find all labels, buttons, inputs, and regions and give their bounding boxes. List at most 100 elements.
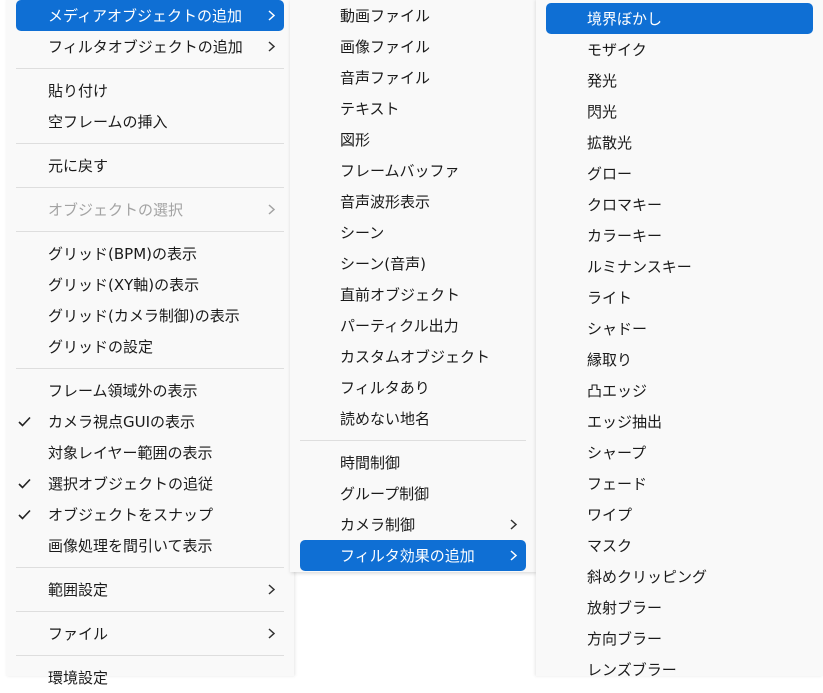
menu-item-label: 空フレームの挿入 xyxy=(48,113,168,131)
menu-item-label: 方向ブラー xyxy=(587,630,663,648)
menu-item-item-14[interactable]: シャープ xyxy=(546,437,813,468)
menu-item-item-9[interactable]: 直前オブジェクト xyxy=(300,279,526,310)
menu-item-item-7[interactable]: シーン xyxy=(300,217,526,248)
menu-item-item-16[interactable]: グループ制御 xyxy=(300,478,526,509)
menu-item-label: 放射ブラー xyxy=(587,599,663,617)
menu-item-item-18[interactable]: 選択オブジェクトの追従 xyxy=(16,468,284,499)
menu-item-item-21[interactable]: レンズブラー xyxy=(546,654,813,685)
menu-item-item-13[interactable]: エッジ抽出 xyxy=(546,406,813,437)
menu-item-item-4[interactable]: 拡散光 xyxy=(546,127,813,158)
menu-item-item-16[interactable]: ワイプ xyxy=(546,499,813,530)
menu-item-label: 音声波形表示 xyxy=(340,193,431,211)
menu-item-label: パーティクル出力 xyxy=(340,317,459,335)
menu-item-label: フェード xyxy=(587,475,648,493)
menu-separator xyxy=(16,68,284,69)
menu-item-label: ルミナンスキー xyxy=(587,258,692,276)
menu-item-item-17[interactable]: マスク xyxy=(546,530,813,561)
menu-item-label: シャドー xyxy=(587,320,648,338)
menu-item-label: フィルタあり xyxy=(340,379,430,397)
menu-item-label: オブジェクトをスナップ xyxy=(48,506,214,524)
menu-item-item-7[interactable]: カラーキー xyxy=(546,220,813,251)
menu-item-label: マスク xyxy=(587,537,633,555)
menu-item-label: 元に戻す xyxy=(48,157,109,175)
menu-item-item-11[interactable]: カスタムオブジェクト xyxy=(300,341,526,372)
chevron-right-icon xyxy=(267,618,276,649)
menu-item-item-4[interactable]: 空フレームの挿入 xyxy=(16,106,284,137)
menu-item-label: グリッドの設定 xyxy=(48,338,154,356)
menu-item-item-12[interactable]: 凸エッジ xyxy=(546,375,813,406)
menu-item-item-1[interactable]: フィルタオブジェクトの追加 xyxy=(16,31,284,62)
menu-item-item-6[interactable]: クロマキー xyxy=(546,189,813,220)
menu-item-label: 発光 xyxy=(587,72,618,90)
menu-item-label: フレームバッファ xyxy=(340,162,460,180)
menu-item-item-18[interactable]: フィルタ効果の追加 xyxy=(300,540,526,571)
menu-separator xyxy=(16,143,284,144)
menu-item-item-5[interactable]: グロー xyxy=(546,158,813,189)
menu-item-item-11[interactable]: 縁取り xyxy=(546,344,813,375)
menu-item-label: グリッド(BPM)の表示 xyxy=(48,245,197,263)
menu-item-item-26[interactable]: 環境設定 xyxy=(16,662,284,693)
menu-item-item-20[interactable]: 画像処理を間引いて表示 xyxy=(16,530,284,561)
menu-separator xyxy=(16,231,284,232)
menu-item-label: 範囲設定 xyxy=(48,581,109,599)
menu-item-item-12[interactable]: フィルタあり xyxy=(300,372,526,403)
menu-item-item-0[interactable]: 境界ぼかし xyxy=(546,3,813,34)
menu-item-item-3[interactable]: 貼り付け xyxy=(16,75,284,106)
menu-item-bpm-10[interactable]: グリッド(BPM)の表示 xyxy=(16,238,284,269)
menu-item-item-2[interactable]: 音声ファイル xyxy=(300,62,526,93)
menu-item-item-20[interactable]: 方向ブラー xyxy=(546,623,813,654)
menu-item-label: グリッド(カメラ制御)の表示 xyxy=(48,307,240,325)
menu-item-label: 拡散光 xyxy=(587,134,633,152)
menu-item-item-15[interactable]: フレーム領域外の表示 xyxy=(16,375,284,406)
menu-item-label: クロマキー xyxy=(587,196,663,214)
menu-item-item-19[interactable]: 放射ブラー xyxy=(546,592,813,623)
context-menu-main: メディアオブジェクトの追加 フィルタオブジェクトの追加 貼り付け空フレームの挿入 元に… xyxy=(6,0,294,687)
menu-item-item-15[interactable]: 時間制御 xyxy=(300,447,526,478)
menu-item-item-17[interactable]: 対象レイヤー範囲の表示 xyxy=(16,437,284,468)
menu-item-label: 直前オブジェクト xyxy=(340,286,461,304)
menu-item-label: オブジェクトの選択 xyxy=(48,201,184,219)
menu-item-item-2[interactable]: 発光 xyxy=(546,65,813,96)
menu-item-item-10[interactable]: シャドー xyxy=(546,313,813,344)
menu-item-item-3[interactable]: 閃光 xyxy=(546,96,813,127)
menu-item-item-13[interactable]: グリッドの設定 xyxy=(16,331,284,362)
menu-item-item-18[interactable]: 斜めクリッピング xyxy=(546,561,813,592)
menu-item-xy-11[interactable]: グリッド(XY軸)の表示 xyxy=(16,269,284,300)
menu-item-item-22[interactable]: 範囲設定 xyxy=(16,574,284,605)
menu-item-item-19[interactable]: オブジェクトをスナップ xyxy=(16,499,284,530)
chevron-right-icon xyxy=(267,31,276,62)
chevron-right-icon xyxy=(267,194,276,225)
menu-item-label: 凸エッジ xyxy=(587,382,648,400)
checkmark-icon xyxy=(18,406,31,437)
menu-item-item-8[interactable]: ルミナンスキー xyxy=(546,251,813,282)
menu-item-label: テキスト xyxy=(340,100,400,118)
menu-item-item-24[interactable]: ファイル xyxy=(16,618,284,649)
chevron-right-icon xyxy=(267,0,276,31)
menu-item-gui-16[interactable]: カメラ視点GUIの表示 xyxy=(16,406,284,437)
menu-item-item-12[interactable]: グリッド(カメラ制御)の表示 xyxy=(16,300,284,331)
menu-item-item-8[interactable]: シーン(音声) xyxy=(300,248,526,279)
menu-item-label: 画像ファイル xyxy=(340,38,431,56)
menu-item-label: 対象レイヤー範囲の表示 xyxy=(48,444,213,462)
menu-item-item-5[interactable]: フレームバッファ xyxy=(300,155,526,186)
menu-item-item-9[interactable]: ライト xyxy=(546,282,813,313)
menu-item-label: 境界ぼかし xyxy=(587,10,663,28)
menu-item-label: シーン(音声) xyxy=(340,255,426,273)
menu-item-item-15[interactable]: フェード xyxy=(546,468,813,499)
menu-separator xyxy=(16,655,284,656)
menu-item-item-1[interactable]: モザイク xyxy=(546,34,813,65)
menu-item-item-0[interactable]: メディアオブジェクトの追加 xyxy=(16,0,284,31)
menu-item-item-4[interactable]: 図形 xyxy=(300,124,526,155)
submenu-media-objects: 動画ファイル 画像ファイル 音声ファイル テキスト 図形 フレームバッファ 音声波形表示 シー… xyxy=(290,0,536,572)
menu-item-label: 音声ファイル xyxy=(340,69,431,87)
menu-item-label: グロー xyxy=(587,165,633,183)
menu-item-item-1[interactable]: 画像ファイル xyxy=(300,31,526,62)
menu-item-item-10[interactable]: パーティクル出力 xyxy=(300,310,526,341)
submenu-filter-effects: 境界ぼかしモザイク発光閃光拡散光グロークロマキーカラーキールミナンスキーライトシ… xyxy=(536,0,823,679)
menu-item-item-3[interactable]: テキスト xyxy=(300,93,526,124)
menu-item-item-13[interactable]: 読めない地名 xyxy=(300,403,526,434)
menu-item-item-6[interactable]: 元に戻す xyxy=(16,150,284,181)
menu-item-item-17[interactable]: カメラ制御 xyxy=(300,509,526,540)
menu-item-item-6[interactable]: 音声波形表示 xyxy=(300,186,526,217)
menu-item-item-0[interactable]: 動画ファイル xyxy=(300,0,526,31)
